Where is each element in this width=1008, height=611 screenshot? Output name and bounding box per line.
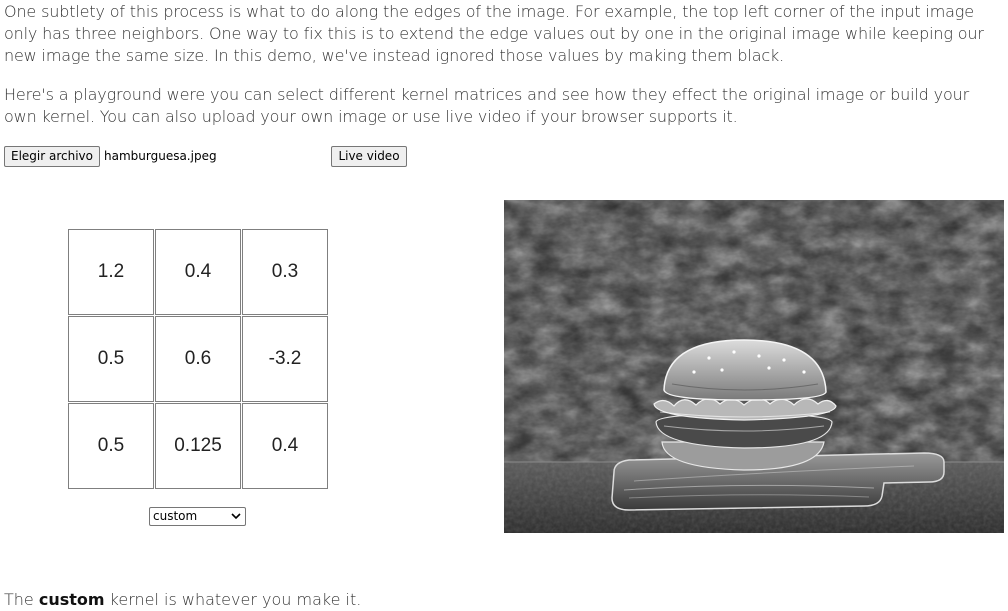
filtered-output-image xyxy=(504,200,1004,533)
choose-file-button[interactable]: Elegir archivo xyxy=(4,146,101,167)
kernel-cell-r1c1[interactable]: 1.2 xyxy=(68,229,154,315)
kernel-select[interactable]: custom xyxy=(149,507,246,526)
kernel-description-prefix: The xyxy=(4,590,39,609)
intro-paragraph-edges: One subtlety of this process is what to … xyxy=(4,2,984,65)
kernel-description: The custom kernel is whatever you make i… xyxy=(4,589,361,611)
intro-paragraph-playground: Here's a playground were you can select … xyxy=(4,85,970,126)
kernel-cell-r1c2[interactable]: 0.4 xyxy=(155,229,241,315)
kernel-description-suffix: kernel is whatever you make it. xyxy=(104,590,362,609)
kernel-cell-r1c3[interactable]: 0.3 xyxy=(242,229,328,315)
kernel-cell-r3c2[interactable]: 0.125 xyxy=(155,403,241,489)
kernel-cell-r2c3[interactable]: -3.2 xyxy=(242,316,328,402)
chevron-down-icon xyxy=(231,513,241,520)
kernel-cell-r2c2[interactable]: 0.6 xyxy=(155,316,241,402)
kernel-description-name: custom xyxy=(38,590,105,609)
live-video-button[interactable]: Live video xyxy=(331,146,407,167)
selected-file-name: hamburguesa.jpeg xyxy=(104,149,217,163)
kernel-matrix: 1.2 0.4 0.3 0.5 0.6 -3.2 0.5 0.125 0.4 xyxy=(68,229,329,490)
kernel-select-value: custom xyxy=(153,509,198,523)
kernel-cell-r3c3[interactable]: 0.4 xyxy=(242,403,328,489)
burger-image-render xyxy=(504,200,1004,533)
kernel-cell-r2c1[interactable]: 0.5 xyxy=(68,316,154,402)
kernel-cell-r3c1[interactable]: 0.5 xyxy=(68,403,154,489)
